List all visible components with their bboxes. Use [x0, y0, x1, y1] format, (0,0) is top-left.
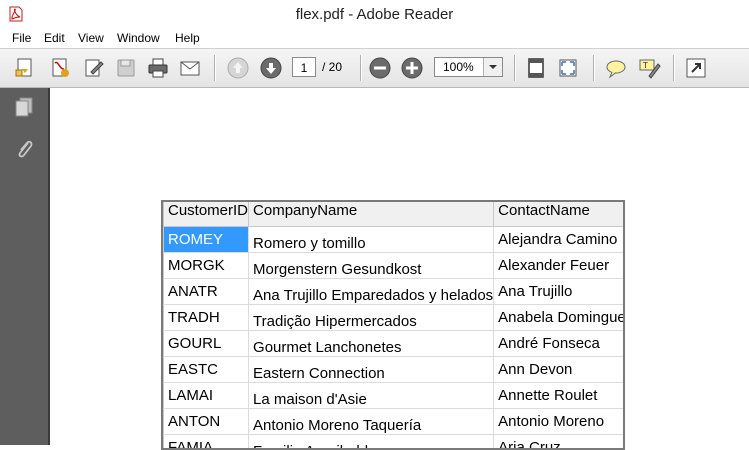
chevron-down-icon[interactable] [483, 58, 502, 76]
table-row: EASTCEastern ConnectionAnn Devon [163, 357, 625, 383]
email-icon[interactable] [178, 56, 202, 80]
previous-page-icon[interactable] [226, 56, 250, 80]
navigation-pane [0, 88, 48, 445]
table-row: ANTONAntonio Moreno TaqueríaAntonio More… [163, 409, 625, 435]
cell-customerid: GOURL [164, 331, 249, 357]
cell-companyname: Antonio Moreno Taquería [249, 409, 494, 435]
toolbar-separator [514, 55, 516, 81]
cell-contactname: Antonio Moreno [494, 409, 625, 435]
cell-customerid: MORGK [164, 253, 249, 279]
zoom-in-icon[interactable] [400, 56, 424, 80]
cell-companyname: La maison d'Asie [249, 383, 494, 409]
paperclip-icon[interactable] [13, 138, 35, 160]
menu-window[interactable]: Window [117, 31, 160, 45]
table-row: LAMAILa maison d'AsieAnnette Roulet [163, 383, 625, 409]
table-row: FAMIAFamilia ArquibaldoAria Cruz [163, 435, 625, 450]
row-header [163, 253, 164, 279]
column-header-contactname-label: ContactName [498, 202, 590, 219]
cell-companyname: Eastern Connection [249, 357, 494, 383]
menu-help[interactable]: Help [175, 31, 200, 45]
toolbar-separator [360, 55, 362, 81]
menu-bar: File Edit View Window Help [0, 28, 749, 49]
cell-customerid: ANATR [164, 279, 249, 305]
toolbar-separator [214, 55, 216, 81]
row-header [163, 383, 164, 409]
row-header [163, 357, 164, 383]
fit-page-icon[interactable] [524, 56, 548, 80]
cell-companyname: Morgenstern Gesundkost [249, 253, 494, 279]
toolbar: T [0, 49, 749, 88]
table-row: MORGKMorgenstern GesundkostAlexander Feu… [163, 253, 625, 279]
row-header [163, 435, 164, 450]
create-pdf-icon[interactable] [48, 56, 72, 80]
cell-customerid: FAMIA [164, 435, 249, 450]
next-page-icon[interactable] [259, 56, 283, 80]
expand-icon[interactable] [684, 56, 708, 80]
cell-companyname: Romero y tomillo [249, 227, 494, 253]
column-header-companyname: CompanyName [249, 202, 494, 227]
table-row: ANATRAna Trujillo Emparedados y heladosA… [163, 279, 625, 305]
sort-indicator-icon: ▴ [623, 214, 625, 223]
svg-text:T: T [642, 61, 648, 70]
toolbar-separator [673, 55, 675, 81]
cell-customerid: EASTC [164, 357, 249, 383]
cell-contactname: Aria Cruz [494, 435, 625, 450]
page-total: / 20 [322, 60, 342, 74]
cell-contactname: Ana Trujillo [494, 279, 625, 305]
toolbar-separator [593, 55, 595, 81]
zoom-out-icon[interactable] [368, 56, 392, 80]
cell-contactname: André Fonseca [494, 331, 625, 357]
cell-companyname: Gourmet Lanchonetes [249, 331, 494, 357]
cell-customerid: LAMAI [164, 383, 249, 409]
row-header [163, 409, 164, 435]
title-bar: flex.pdf - Adobe Reader [0, 0, 749, 28]
print-icon[interactable] [146, 56, 170, 80]
menu-file[interactable]: File [12, 31, 31, 45]
save-icon[interactable] [114, 56, 138, 80]
zoom-value: 100% [443, 60, 474, 74]
zoom-select[interactable]: 100% [434, 57, 503, 77]
edit-pdf-icon[interactable] [82, 56, 106, 80]
row-header [163, 227, 164, 253]
cell-customerid: ANTON [164, 409, 249, 435]
cell-contactname: Ann Devon [494, 357, 625, 383]
cell-customerid: ROMEY [164, 227, 249, 253]
cell-companyname: Ana Trujillo Emparedados y helados [249, 279, 494, 305]
page-number-input[interactable]: 1 [292, 57, 316, 77]
customer-grid-image: CustomerID CompanyName ContactName ▴ ROM… [161, 200, 625, 450]
column-header-customerid: CustomerID [164, 202, 249, 227]
full-screen-icon[interactable] [556, 56, 580, 80]
sticky-note-icon[interactable] [604, 56, 628, 80]
row-header [163, 279, 164, 305]
grid-header-row: CustomerID CompanyName ContactName ▴ [163, 202, 625, 227]
cell-contactname: Anabela Domingues [494, 305, 625, 331]
column-header-contactname: ContactName ▴ [494, 202, 625, 227]
cell-contactname: Annette Roulet [494, 383, 625, 409]
cell-customerid: TRADH [164, 305, 249, 331]
pages-icon[interactable] [13, 96, 35, 118]
table-row: ROMEYRomero y tomilloAlejandra Camino [163, 227, 625, 253]
cell-companyname: Familia Arquibaldo [249, 435, 494, 450]
highlight-text-icon[interactable]: T [637, 56, 661, 80]
window-title: flex.pdf - Adobe Reader [0, 6, 749, 23]
cell-contactname: Alexander Feuer [494, 253, 625, 279]
row-header [163, 331, 164, 357]
table-row: TRADHTradição HipermercadosAnabela Domin… [163, 305, 625, 331]
menu-view[interactable]: View [78, 31, 104, 45]
open-icon[interactable] [14, 56, 38, 80]
cell-companyname: Tradição Hipermercados [249, 305, 494, 331]
row-header [163, 305, 164, 331]
menu-edit[interactable]: Edit [44, 31, 65, 45]
table-row: GOURLGourmet LanchonetesAndré Fonseca [163, 331, 625, 357]
cell-contactname: Alejandra Camino [494, 227, 625, 253]
